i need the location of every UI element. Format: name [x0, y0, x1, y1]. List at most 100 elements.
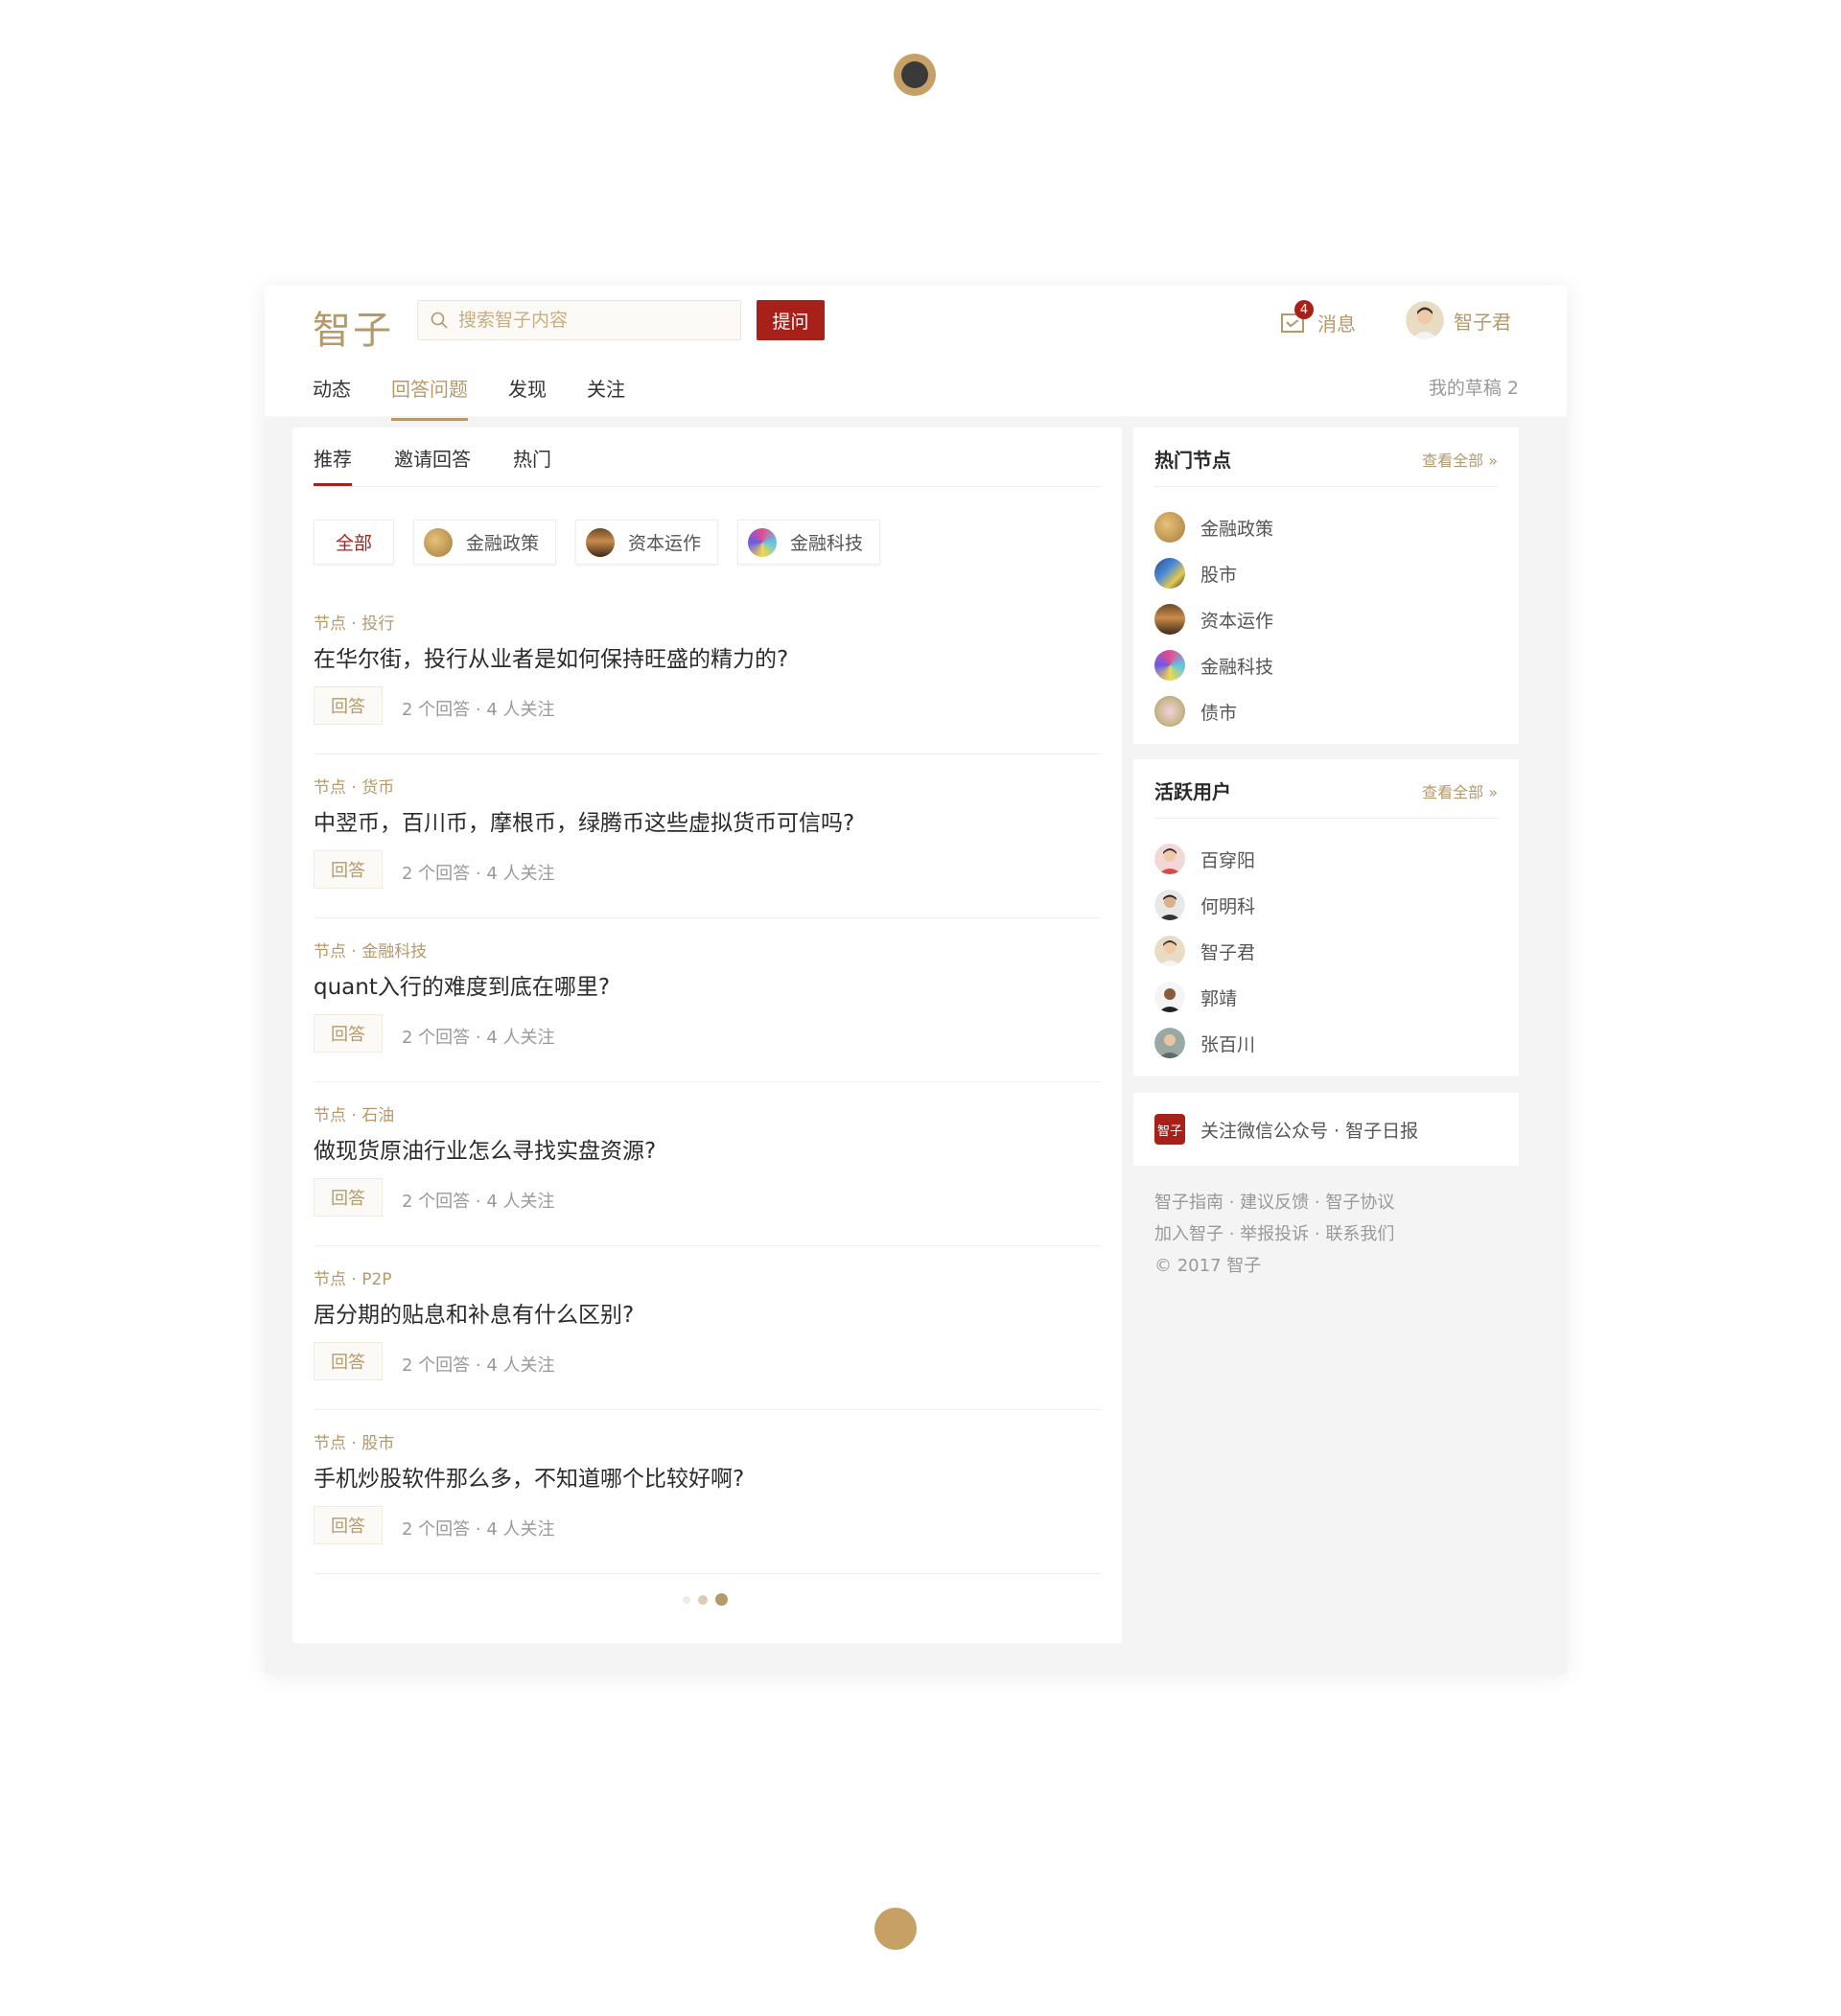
hot-nodes-view-all[interactable]: 查看全部 »: [1422, 448, 1498, 471]
question-item[interactable]: 节点 · 石油 做现货原油行业怎么寻找实盘资源? 回答 2 个回答 · 4 人关…: [314, 1082, 1102, 1246]
hot-node-item[interactable]: 股市: [1154, 550, 1273, 596]
wechat-logo-icon: 智子: [1154, 1114, 1185, 1145]
bond-market-icon: [1154, 696, 1185, 727]
question-node[interactable]: 节点 · 货币: [314, 774, 394, 798]
footer-links-row-1[interactable]: 智子指南 · 建议反馈 · 智子协议: [1154, 1187, 1394, 1218]
question-node[interactable]: 节点 · 投行: [314, 610, 394, 634]
subtab-invited[interactable]: 邀请回答: [394, 428, 471, 486]
app-window: 智子 提问 4 消息: [265, 286, 1567, 1674]
hot-node-label: 股市: [1200, 564, 1238, 586]
loading-dot: [698, 1594, 708, 1605]
loading-dot: [715, 1593, 728, 1606]
active-user-name: 郭靖: [1200, 987, 1238, 1009]
chip-label: 金融科技: [790, 533, 864, 554]
wechat-label: 关注微信公众号 · 智子日报: [1200, 1120, 1419, 1142]
subtab-recommend[interactable]: 推荐: [314, 428, 352, 486]
answer-button[interactable]: 回答: [314, 1342, 383, 1380]
messages-button[interactable]: 4 消息: [1279, 300, 1356, 339]
user-name: 智子君: [1454, 310, 1511, 334]
search-input[interactable]: [458, 301, 736, 339]
question-list: 节点 · 投行 在华尔街，投行从业者是如何保持旺盛的精力的? 回答 2 个回答 …: [314, 591, 1102, 1574]
message-count-badge: 4: [1294, 300, 1314, 319]
question-node[interactable]: 节点 · 金融科技: [314, 938, 427, 962]
question-stats: 2 个回答 · 4 人关注: [402, 1028, 555, 1048]
active-user-item[interactable]: 智子君: [1154, 928, 1255, 974]
question-stats: 2 个回答 · 4 人关注: [402, 864, 555, 884]
hot-nodes-card: 热门节点 查看全部 » 金融政策 股市 资本运作 金融科技 债市: [1133, 428, 1519, 744]
tab-dynamic[interactable]: 动态: [313, 374, 351, 413]
question-title[interactable]: 做现货原油行业怎么寻找实盘资源?: [314, 1132, 656, 1165]
question-node[interactable]: 节点 · P2P: [314, 1265, 392, 1289]
active-users-view-all[interactable]: 查看全部 »: [1422, 779, 1498, 802]
question-title[interactable]: 居分期的贴息和补息有什么区别?: [314, 1296, 634, 1329]
capital-operation-icon: [1154, 604, 1185, 635]
footer-links-row-2[interactable]: 加入智子 · 举报投诉 · 联系我们: [1154, 1218, 1394, 1250]
hot-node-item[interactable]: 金融政策: [1154, 504, 1273, 550]
user-menu[interactable]: 智子君: [1406, 301, 1511, 339]
question-title[interactable]: 在华尔街，投行从业者是如何保持旺盛的精力的?: [314, 640, 788, 673]
loading-dot: [683, 1595, 690, 1604]
hot-node-item[interactable]: 资本运作: [1154, 596, 1273, 642]
footer: 智子指南 · 建议反馈 · 智子协议 加入智子 · 举报投诉 · 联系我们 © …: [1154, 1187, 1394, 1282]
answer-button[interactable]: 回答: [314, 1014, 383, 1053]
active-user-item[interactable]: 张百川: [1154, 1020, 1255, 1066]
loading-indicator: [683, 1593, 735, 1606]
active-user-item[interactable]: 百穿阳: [1154, 836, 1255, 882]
active-user-item[interactable]: 何明科: [1154, 882, 1255, 928]
question-item[interactable]: 节点 · 货币 中翌币，百川币，摩根币，绿腾币这些虚拟货币可信吗? 回答 2 个…: [314, 754, 1102, 918]
ask-button[interactable]: 提问: [757, 300, 825, 340]
question-title[interactable]: 中翌币，百川币，摩根币，绿腾币这些虚拟货币可信吗?: [314, 804, 854, 837]
hot-node-item[interactable]: 金融科技: [1154, 642, 1273, 688]
logo[interactable]: 智子: [313, 299, 393, 355]
question-title[interactable]: 手机炒股软件那么多，不知道哪个比较好啊?: [314, 1460, 744, 1493]
question-item[interactable]: 节点 · P2P 居分期的贴息和补息有什么区别? 回答 2 个回答 · 4 人关…: [314, 1246, 1102, 1410]
page: 智子 提问 4 消息: [0, 0, 1841, 2016]
active-user-item[interactable]: 郭靖: [1154, 974, 1255, 1020]
tab-answer-questions[interactable]: 回答问题: [391, 374, 468, 421]
chip-all[interactable]: 全部: [314, 520, 395, 565]
wechat-follow-link[interactable]: 智子 关注微信公众号 · 智子日报: [1133, 1093, 1519, 1166]
question-item[interactable]: 节点 · 股市 手机炒股软件那么多，不知道哪个比较好啊? 回答 2 个回答 · …: [314, 1410, 1102, 1574]
tab-discover[interactable]: 发现: [508, 374, 547, 413]
subtab-hot[interactable]: 热门: [513, 428, 551, 486]
decorative-dot-top: [894, 54, 936, 96]
question-node[interactable]: 节点 · 股市: [314, 1429, 394, 1453]
main-nav: 动态 回答问题 发现 关注: [313, 374, 665, 421]
chip-finance-policy[interactable]: 金融政策: [413, 520, 557, 565]
answer-button[interactable]: 回答: [314, 850, 383, 889]
question-title[interactable]: quant入行的难度到底在哪里?: [314, 968, 610, 1001]
chip-fintech[interactable]: 金融科技: [737, 520, 881, 565]
question-item[interactable]: 节点 · 投行 在华尔街，投行从业者是如何保持旺盛的精力的? 回答 2 个回答 …: [314, 591, 1102, 754]
drafts-link[interactable]: 我的草稿 2: [1429, 374, 1519, 400]
answer-button[interactable]: 回答: [314, 1178, 383, 1217]
answer-button[interactable]: 回答: [314, 686, 383, 725]
stock-market-icon: [1154, 558, 1185, 589]
active-users-list: 百穿阳 何明科 智子君 郭靖 张百川: [1154, 836, 1255, 1066]
capital-operation-icon: [586, 527, 616, 557]
question-node[interactable]: 节点 · 石油: [314, 1101, 394, 1125]
search-icon: [431, 312, 448, 329]
question-stats: 2 个回答 · 4 人关注: [402, 1192, 555, 1212]
hot-nodes-list: 金融政策 股市 资本运作 金融科技 债市: [1154, 504, 1273, 734]
tab-follow[interactable]: 关注: [587, 374, 625, 413]
answer-button[interactable]: 回答: [314, 1506, 383, 1544]
user-avatar: [1154, 982, 1185, 1012]
hot-node-label: 资本运作: [1200, 610, 1274, 632]
question-stats: 2 个回答 · 4 人关注: [402, 1519, 555, 1540]
user-avatar: [1154, 936, 1185, 966]
messages-label: 消息: [1317, 312, 1356, 336]
hot-node-item[interactable]: 债市: [1154, 688, 1273, 734]
sub-tabs: 推荐 邀请回答 热门: [314, 428, 1102, 487]
user-avatar: [1406, 301, 1444, 339]
copyright: © 2017 智子: [1154, 1256, 1262, 1276]
fintech-icon: [748, 527, 778, 557]
active-users-card: 活跃用户 查看全部 » 百穿阳 何明科 智子君 郭靖 张百川: [1133, 759, 1519, 1076]
decorative-dot-bottom: [874, 1908, 917, 1950]
chip-capital-operation[interactable]: 资本运作: [575, 520, 719, 565]
question-item[interactable]: 节点 · 金融科技 quant入行的难度到底在哪里? 回答 2 个回答 · 4 …: [314, 918, 1102, 1082]
search-box[interactable]: [417, 300, 741, 340]
hot-node-label: 金融科技: [1200, 656, 1274, 678]
hot-node-label: 金融政策: [1200, 518, 1274, 540]
active-users-header: 活跃用户 查看全部 »: [1154, 759, 1498, 819]
header: 智子 提问 4 消息: [265, 286, 1567, 421]
